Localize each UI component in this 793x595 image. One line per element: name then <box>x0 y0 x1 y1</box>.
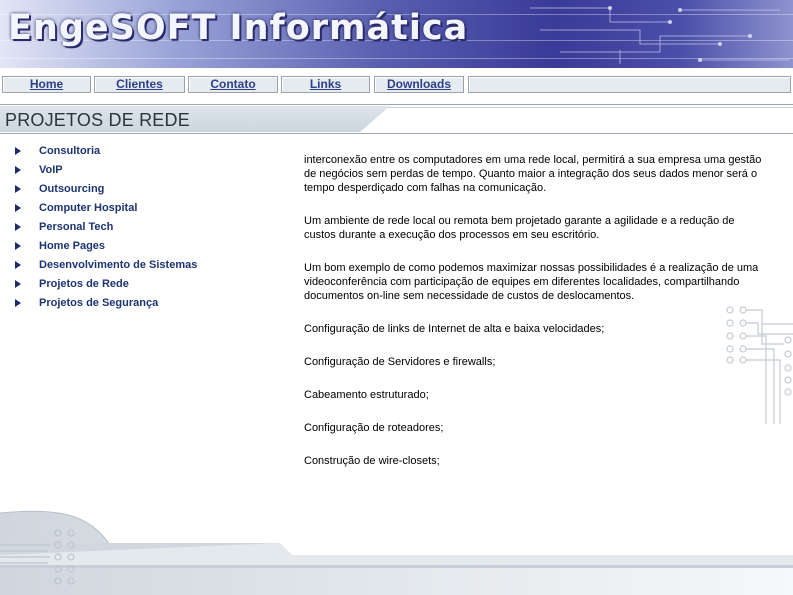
arrow-right-icon <box>15 185 21 193</box>
feature-item: Configuração de Servidores e firewalls; <box>304 356 496 368</box>
content-paragraph: interconexão entre os computadores em um… <box>304 154 762 194</box>
sidebar-item-label: Desenvolvimento de Sistemas <box>39 259 198 271</box>
sidebar-item-voip[interactable]: VoIP <box>0 162 290 181</box>
nav-links[interactable]: Links <box>281 76 370 93</box>
page-title: PROJETOS DE REDE <box>5 110 190 130</box>
circuit-decoration-graphic <box>726 306 793 424</box>
arrow-right-icon <box>15 242 21 250</box>
arrow-right-icon <box>15 261 21 269</box>
arrow-right-icon <box>15 166 21 174</box>
sidebar-item-desenvolvimento-de-sistemas[interactable]: Desenvolvimento de Sistemas <box>0 257 290 276</box>
content-paragraph: Um ambiente de rede local ou remota bem … <box>304 215 735 241</box>
sidebar-item-projetos-de-seguranca[interactable]: Projetos de Segurança <box>0 295 290 314</box>
sidebar-menu: Consultoria VoIP Outsourcing Computer Ho… <box>0 143 290 314</box>
heading-rule <box>0 133 793 134</box>
sidebar-item-label: Computer Hospital <box>39 202 138 214</box>
arrow-right-icon <box>15 280 21 288</box>
sidebar-item-computer-hospital[interactable]: Computer Hospital <box>0 200 290 219</box>
sidebar-item-projetos-de-rede[interactable]: Projetos de Rede <box>0 276 290 295</box>
feature-item: Cabeamento estruturado; <box>304 389 429 401</box>
sidebar-item-label: Consultoria <box>39 145 101 157</box>
sidebar-item-label: Outsourcing <box>39 183 105 195</box>
nav-clientes[interactable]: Clientes <box>94 76 185 93</box>
site-title: EngeSOFT Informática <box>8 8 469 48</box>
sidebar-item-label: Projetos de Rede <box>39 278 129 290</box>
sidebar-item-label: Personal Tech <box>39 221 114 233</box>
nav-downloads[interactable]: Downloads <box>374 76 464 93</box>
section-heading: PROJETOS DE REDE <box>0 104 793 134</box>
content-paragraph: Um bom exemplo de como podemos maximizar… <box>304 262 759 302</box>
arrow-right-icon <box>15 204 21 212</box>
sidebar-item-label: VoIP <box>39 164 63 176</box>
nav-contato[interactable]: Contato <box>188 76 278 93</box>
sidebar-item-label: Projetos de Segurança <box>39 297 159 309</box>
nav-home[interactable]: Home <box>2 76 91 93</box>
top-nav: Home Clientes Contato Links Downloads <box>0 68 793 98</box>
footer-decoration-graphic <box>0 510 793 595</box>
sidebar-item-home-pages[interactable]: Home Pages <box>0 238 290 257</box>
feature-item: Configuração de links de Internet de alt… <box>304 323 605 335</box>
sidebar-item-outsourcing[interactable]: Outsourcing <box>0 181 290 200</box>
arrow-right-icon <box>15 223 21 231</box>
sidebar-item-personal-tech[interactable]: Personal Tech <box>0 219 290 238</box>
arrow-right-icon <box>15 147 21 155</box>
feature-item: Configuração de roteadores; <box>304 422 444 434</box>
sidebar-item-label: Home Pages <box>39 240 106 252</box>
nav-filler <box>468 76 791 93</box>
heading-rule <box>0 104 793 105</box>
main-content: interconexão entre os computadores em um… <box>304 153 764 487</box>
arrow-right-icon <box>15 299 21 307</box>
header-banner: EngeSOFT Informática <box>0 0 793 68</box>
feature-item: Construção de wire-closets; <box>304 455 440 467</box>
circuit-pattern-graphic <box>530 6 790 64</box>
sidebar-item-consultoria[interactable]: Consultoria <box>0 143 290 162</box>
